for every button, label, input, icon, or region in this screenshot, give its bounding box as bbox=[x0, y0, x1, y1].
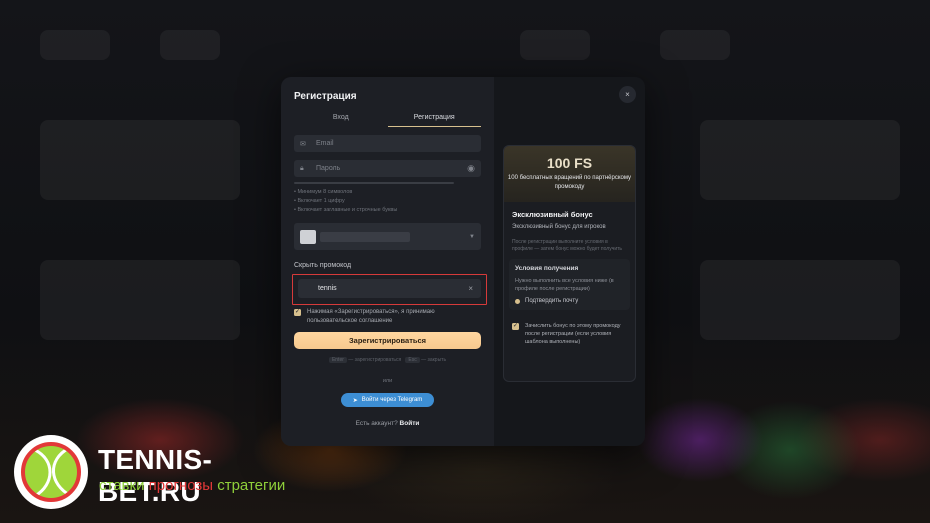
eye-icon[interactable]: ◉ bbox=[467, 163, 475, 174]
country-flag bbox=[300, 229, 316, 244]
clear-icon[interactable]: × bbox=[468, 284, 473, 293]
mail-icon: ✉ bbox=[300, 140, 306, 148]
exclusive-subtitle: Эксклюзивный бонус для игроков bbox=[512, 224, 606, 230]
have-account-row: Есть аккаунт? Войти bbox=[355, 420, 420, 427]
hide-promo-toggle[interactable]: Скрыть промокод bbox=[294, 262, 481, 269]
brand-name: TENNIS-BET.RU bbox=[98, 444, 213, 507]
register-button[interactable]: Зарегистрироваться bbox=[294, 332, 481, 349]
conditions-desc: Нужно выполнить все условия ниже (в проф… bbox=[515, 278, 614, 292]
site-watermark-logo: TENNIS-BET.RU ставки прогнозы стратегии bbox=[14, 432, 314, 512]
email-field[interactable]: ✉ Email bbox=[294, 135, 481, 152]
credit-bonus-text: Зачислить бонус по этому промокоду после… bbox=[525, 323, 621, 345]
chevron-down-icon: ▼ bbox=[469, 233, 475, 240]
credit-bonus-checkbox[interactable]: ✓ bbox=[512, 323, 519, 330]
bonus-amount: 100 FS bbox=[546, 155, 593, 171]
currency-select[interactable]: ▼ bbox=[294, 223, 481, 250]
registration-form-panel: Регистрация Вход Регистрация ✉ Email 🔒︎ … bbox=[281, 77, 494, 446]
brand-tagline: ставки прогнозы стратегии bbox=[99, 477, 286, 494]
conditions-title: Условия получения bbox=[515, 265, 579, 272]
blurred-selection bbox=[320, 231, 410, 242]
password-rules: • Минимум 8 символов • Включает 1 цифру … bbox=[294, 188, 481, 215]
status-dot-icon bbox=[515, 298, 520, 304]
password-rule: • Включает заглавные и строчные буквы bbox=[294, 207, 398, 213]
bonus-subtitle: 100 бесплатных вращений по партнёрскому … bbox=[507, 175, 632, 190]
telegram-login-button[interactable]: ➤ Войти через Telegram bbox=[341, 393, 434, 407]
password-rule: • Минимум 8 символов bbox=[294, 189, 353, 195]
conditions-box: Условия получения Нужно выполнить все ус… bbox=[509, 259, 630, 310]
or-divider: или bbox=[382, 378, 393, 384]
login-link[interactable]: Войти bbox=[400, 420, 420, 427]
agreement-checkbox[interactable]: ✓ bbox=[294, 309, 301, 316]
telegram-icon: ➤ bbox=[352, 397, 358, 404]
keyboard-hint: Enter — зарегистрироваться Esc — закрыть bbox=[294, 357, 481, 363]
bonus-panel: × 100 FS 100 бесплатных вращений по парт… bbox=[494, 77, 645, 446]
close-icon[interactable]: × bbox=[619, 86, 636, 103]
bonus-card: 100 FS 100 бесплатных вращений по партнё… bbox=[503, 145, 636, 382]
email-placeholder: Email bbox=[316, 140, 334, 147]
password-strength-bar bbox=[294, 182, 454, 184]
promo-code-input[interactable]: tennis × bbox=[298, 279, 481, 298]
auth-tabs: Вход Регистрация bbox=[294, 114, 481, 127]
bonus-header: 100 FS 100 бесплатных вращений по партнё… bbox=[504, 146, 635, 202]
tab-register[interactable]: Регистрация bbox=[387, 114, 481, 127]
agreement-text: Нажимая «Зарегистрироваться», я принимаю… bbox=[307, 309, 435, 324]
credit-bonus-row: ✓ Зачислить бонус по этому промокоду пос… bbox=[512, 322, 627, 346]
agreement-row: ✓ Нажимая «Зарегистрироваться», я приним… bbox=[294, 308, 481, 326]
registration-modal: Регистрация Вход Регистрация ✉ Email 🔒︎ … bbox=[281, 77, 645, 446]
password-placeholder: Пароль bbox=[316, 165, 341, 172]
password-rule: • Включает 1 цифру bbox=[294, 198, 345, 204]
modal-title: Регистрация bbox=[294, 91, 357, 102]
tab-login[interactable]: Вход bbox=[294, 114, 388, 127]
confirm-email-condition: Подтвердить почту bbox=[515, 298, 624, 304]
promo-code-value: tennis bbox=[318, 285, 337, 292]
password-field[interactable]: 🔒︎ Пароль ◉ bbox=[294, 160, 481, 177]
promo-highlight-frame: tennis × bbox=[292, 274, 487, 305]
bonus-info-text: После регистрации выполните условия в пр… bbox=[512, 239, 623, 252]
tennis-ball-icon bbox=[14, 435, 88, 509]
lock-icon: 🔒︎ bbox=[300, 164, 304, 172]
exclusive-title: Эксклюзивный бонус bbox=[512, 210, 593, 219]
